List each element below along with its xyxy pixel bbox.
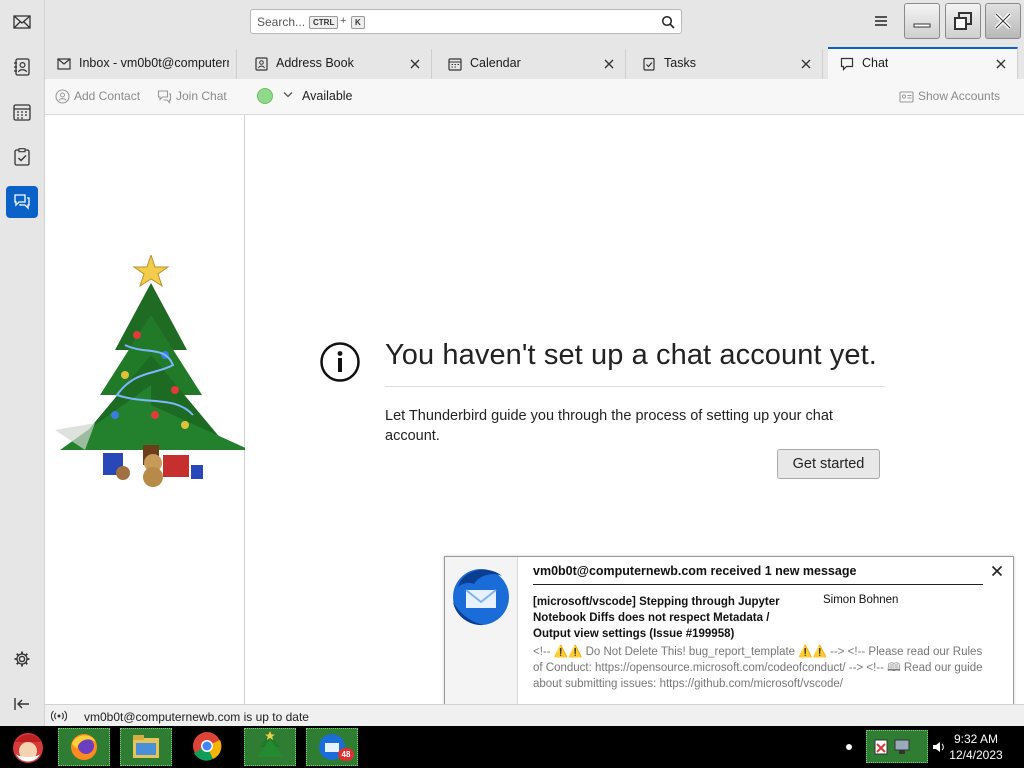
space-settings[interactable] (6, 643, 38, 675)
space-collapse[interactable] (6, 688, 38, 720)
status-selector[interactable]: Available (302, 89, 353, 103)
inbox-icon (57, 58, 71, 70)
get-started-button[interactable]: Get started (777, 449, 880, 479)
notification-title: vm0b0t@computernewb.com received 1 new m… (533, 564, 857, 578)
tab-inbox[interactable]: Inbox - vm0b0t@computernewb.com (45, 49, 237, 79)
search-icon[interactable] (661, 15, 675, 29)
divider (385, 386, 885, 387)
shortcut-ctrl: CTRL (309, 16, 339, 29)
santa-start-icon (13, 733, 43, 763)
tasks-icon (643, 57, 655, 71)
close-icon[interactable] (991, 565, 1003, 577)
description-text: Let Thunderbird guide you through the pr… (385, 408, 833, 444)
collapse-icon (14, 698, 29, 710)
space-tasks[interactable] (6, 141, 38, 173)
chat-icon (14, 194, 30, 210)
join-chat-icon (157, 90, 172, 104)
chat-icon (840, 57, 854, 71)
accounts-icon (899, 91, 914, 103)
calendar-icon (13, 104, 31, 121)
app-menu-icon[interactable] (872, 12, 890, 30)
restore-icon (954, 12, 972, 30)
minimize-button[interactable] (904, 3, 940, 39)
tab-label: Address Book (276, 56, 354, 70)
status-text: vm0b0t@computernewb.com is up to date (84, 710, 309, 724)
taskbar-file-explorer[interactable] (120, 728, 172, 766)
chevron-down-icon[interactable] (283, 91, 293, 99)
unread-count-badge: 48 (338, 748, 354, 761)
space-calendar[interactable] (6, 96, 38, 128)
shortcut-key: K (351, 16, 365, 29)
add-contact-button[interactable]: Add Contact (55, 89, 145, 105)
notification-divider (533, 584, 983, 585)
notification-preview: <!-- ⚠️⚠️ Do Not Delete This! bug_report… (533, 646, 983, 690)
close-icon (994, 12, 1012, 30)
clock-time[interactable]: 9:32 AM (946, 732, 1006, 746)
notification-sender: Simon Bohnen (823, 594, 899, 606)
taskbar-chrome[interactable] (182, 728, 234, 766)
notification-sidebar (445, 557, 518, 715)
address-book-icon (14, 58, 30, 76)
status-indicator-icon[interactable] (257, 88, 273, 104)
chat-toolbar: Add Contact Join Chat Available Show Acc… (45, 79, 1024, 115)
volume-icon[interactable] (932, 740, 946, 754)
tab-calendar[interactable]: Calendar (436, 49, 626, 79)
tray-icons (874, 739, 910, 755)
search-box[interactable]: Search... CTRL + K (250, 9, 682, 34)
title-bar: Search... CTRL + K (0, 0, 1024, 45)
close-button[interactable] (985, 3, 1021, 39)
show-hidden-icons-icon[interactable] (846, 744, 852, 750)
tab-label: Inbox - vm0b0t@computernewb.com (79, 56, 229, 70)
show-accounts-label: Show Accounts (918, 89, 1001, 103)
join-chat-label: Join Chat (176, 89, 227, 103)
restore-button[interactable] (945, 3, 981, 39)
online-status-icon[interactable] (51, 710, 67, 722)
notification-subject: [microsoft/vscode] Stepping through Jupy… (533, 596, 780, 640)
close-tab-icon[interactable] (409, 58, 421, 70)
taskbar-firefox[interactable] (58, 728, 110, 766)
spaces-toolbar (0, 0, 45, 726)
chrome-icon (193, 732, 222, 761)
taskbar-christmas-tree[interactable] (244, 728, 296, 766)
info-icon (320, 342, 360, 382)
tasks-icon (14, 148, 30, 166)
space-address-book[interactable] (6, 51, 38, 83)
add-contact-label: Add Contact (74, 89, 141, 103)
contacts-pane (45, 115, 250, 704)
christmas-tree-icon (257, 731, 283, 757)
mail-icon (13, 15, 31, 29)
close-tab-icon[interactable] (995, 58, 1007, 70)
new-mail-notification[interactable]: vm0b0t@computernewb.com received 1 new m… (444, 556, 1014, 716)
tab-bar: Inbox - vm0b0t@computernewb.com Address … (45, 45, 1024, 79)
start-button[interactable] (2, 728, 54, 766)
space-mail[interactable] (6, 6, 38, 38)
join-chat-button[interactable]: Join Chat (157, 89, 229, 105)
firefox-icon (71, 734, 97, 760)
gear-icon (14, 651, 30, 667)
thunderbird-logo-icon (453, 569, 509, 626)
show-accounts-button[interactable]: Show Accounts (899, 89, 1004, 105)
tab-tasks[interactable]: Tasks (630, 49, 823, 79)
tab-label: Chat (862, 56, 889, 70)
minimize-icon (913, 23, 931, 28)
christmas-tree-image (55, 255, 250, 487)
system-tray[interactable] (866, 730, 928, 763)
shortcut-plus: + (340, 15, 347, 27)
taskbar: 48 9:32 AM 12/4/2023 (0, 726, 1024, 768)
calendar-icon (448, 58, 462, 71)
address-book-icon (255, 57, 268, 71)
close-tab-icon[interactable] (800, 58, 812, 70)
space-chat[interactable] (6, 186, 38, 218)
tab-address-book[interactable]: Address Book (242, 49, 432, 79)
close-tab-icon[interactable] (603, 58, 615, 70)
page-title: You haven't set up a chat account yet. (385, 339, 877, 371)
folder-icon (133, 735, 159, 758)
tab-label: Calendar (470, 56, 521, 70)
tab-label: Tasks (664, 56, 696, 70)
add-contact-icon (55, 89, 70, 104)
status-bar: vm0b0t@computernewb.com is up to date (45, 704, 1024, 726)
clock-date[interactable]: 12/4/2023 (946, 748, 1006, 762)
search-placeholder: Search... (257, 15, 306, 29)
tab-chat[interactable]: Chat (828, 47, 1018, 79)
